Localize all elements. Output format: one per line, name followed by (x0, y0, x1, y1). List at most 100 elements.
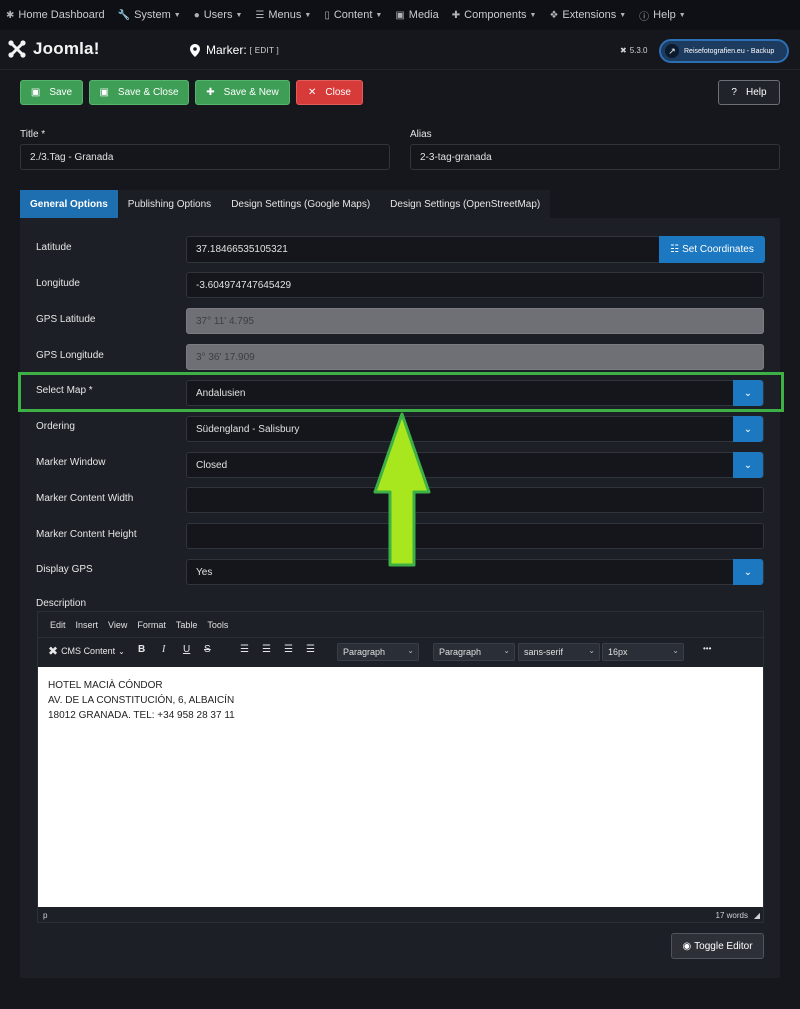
latitude-label: Latitude (36, 242, 72, 253)
description-label: Description (36, 598, 87, 609)
page-title-sub: [ EDIT ] (249, 45, 280, 55)
alias-field[interactable]: 2-3-tag-granada (410, 144, 780, 170)
nav-home-dashboard[interactable]: ✱ Home Dashboard (6, 9, 105, 21)
plus-icon: ✚ (206, 87, 215, 98)
site-link-button[interactable]: ↗ Reisefotografien.eu - Backup (659, 39, 789, 63)
title-field[interactable]: 2./3.Tag - Granada (20, 144, 390, 170)
nav-menus-label: Menus (268, 9, 302, 21)
admin-top-menu: ✱ Home Dashboard 🔧 System ▼ ● Users ▼ ☰ … (0, 0, 800, 30)
chevron-down-icon: ⌄ (733, 452, 763, 478)
chevron-down-icon: ▼ (619, 11, 627, 19)
content-line: 18012 GRANADA. TEL: +34 958 28 37 11 (48, 710, 235, 721)
content-height-field[interactable] (186, 523, 764, 549)
align-justify-icon[interactable]: ☰ (306, 644, 315, 655)
more-icon[interactable]: ••• (703, 644, 711, 653)
gps-longitude-label: GPS Longitude (36, 350, 104, 361)
font-family-value: sans-serif (524, 647, 564, 657)
align-right-icon[interactable]: ☰ (284, 644, 293, 655)
paragraph-value: Paragraph (439, 647, 482, 657)
editor-menu-table[interactable]: Table (176, 620, 198, 630)
font-family-dropdown[interactable]: sans-serif ⌄ (518, 643, 600, 661)
block-format-dropdown[interactable]: Paragraph ⌄ (337, 643, 419, 661)
page-title-text: Marker: (206, 43, 247, 57)
save-button[interactable]: ▣ Save (20, 80, 83, 105)
save-label: Save (49, 87, 73, 98)
editor-menu-edit[interactable]: Edit (50, 620, 66, 630)
nav-media-label: Media (408, 9, 439, 21)
nav-menus[interactable]: ☰ Menus ▼ (255, 9, 311, 21)
file-icon: ▯ (324, 9, 330, 21)
joomla-logo-icon (8, 40, 26, 58)
underline-button[interactable]: U (183, 644, 190, 655)
nav-home-label: Home Dashboard (18, 9, 105, 21)
editor-menu-view[interactable]: View (108, 620, 127, 630)
display-gps-dropdown[interactable]: Yes ⌄ (186, 559, 764, 585)
close-button[interactable]: ✕ Close (296, 80, 363, 105)
ordering-dropdown[interactable]: Südengland - Salisbury ⌄ (186, 416, 764, 442)
display-gps-label: Display GPS (36, 564, 93, 575)
resize-handle-icon[interactable]: ◢ (754, 911, 760, 920)
gps-latitude-value: 37° 11' 4.795 (196, 315, 254, 327)
wrench-icon: 🔧 (117, 9, 131, 21)
marker-window-label: Marker Window (36, 457, 106, 468)
content-height-label: Marker Content Height (36, 529, 137, 540)
save-close-button[interactable]: ▣ Save & Close (89, 80, 189, 105)
chevron-down-icon: ⌄ (733, 559, 763, 585)
page-title: Marker: [ EDIT ] (190, 43, 279, 57)
set-coordinates-button[interactable]: ☷ Set Coordinates (659, 236, 765, 263)
nav-users[interactable]: ● Users ▼ (194, 9, 243, 21)
gps-longitude-value: 3° 36' 17.909 (196, 351, 255, 363)
font-size-dropdown[interactable]: 16px ⌄ (602, 643, 684, 661)
nav-extensions[interactable]: ❖ Extensions ▼ (549, 9, 626, 21)
nav-system[interactable]: 🔧 System ▼ (118, 9, 181, 21)
strikethrough-button[interactable]: S (204, 644, 211, 655)
chevron-down-icon: ▼ (375, 11, 383, 19)
longitude-field[interactable]: -3.604974747645429 (186, 272, 764, 298)
cms-content-label: CMS Content (61, 646, 116, 656)
tab-bar: General Options Publishing Options Desig… (20, 190, 551, 218)
nav-media[interactable]: ▣ Media (395, 9, 438, 21)
nav-help[interactable]: ⓘ Help ▼ (639, 8, 686, 23)
font-size-value: 16px (608, 647, 628, 657)
paragraph-dropdown[interactable]: Paragraph ⌄ (433, 643, 515, 661)
page-header: Joomla! Marker: [ EDIT ] ✖ 5.3.0 ↗ Reise… (0, 30, 800, 70)
italic-button[interactable]: I (162, 644, 165, 655)
nav-components[interactable]: ✚ Components ▼ (452, 9, 537, 21)
list-icon: ☰ (255, 9, 265, 21)
marker-window-dropdown[interactable]: Closed ⌄ (186, 452, 764, 478)
version-text: 5.3.0 (629, 46, 648, 55)
puzzle-icon: ✚ (451, 9, 461, 21)
bold-button[interactable]: B (138, 644, 145, 655)
tab-design-openstreetmap[interactable]: Design Settings (OpenStreetMap) (380, 190, 551, 218)
latitude-field[interactable]: 37.18466535105321 (186, 236, 660, 263)
save-new-button[interactable]: ✚ Save & New (195, 80, 290, 105)
align-left-icon[interactable]: ☰ (240, 644, 249, 655)
cms-content-button[interactable]: ✖ CMS Content ⌄ (48, 644, 125, 658)
help-button[interactable]: ? Help (718, 80, 780, 105)
editor-menu-format[interactable]: Format (137, 620, 166, 630)
editor-menu-insert[interactable]: Insert (76, 620, 99, 630)
ordering-label: Ordering (36, 421, 75, 432)
ordering-value: Südengland - Salisbury (196, 423, 300, 435)
users-icon: ● (193, 9, 200, 21)
align-center-icon[interactable]: ☰ (262, 644, 271, 655)
content-width-field[interactable] (186, 487, 764, 513)
nav-extensions-label: Extensions (562, 9, 617, 21)
tab-design-google-maps[interactable]: Design Settings (Google Maps) (221, 190, 381, 218)
eye-icon: ◉ (682, 940, 692, 952)
editor-toolbar: ✖ CMS Content ⌄ B I U S ☰ ☰ ☰ ☰ Paragrap… (38, 638, 763, 666)
editor-menu-tools[interactable]: Tools (207, 620, 228, 630)
chevron-down-icon: ▼ (529, 11, 537, 19)
longitude-value: -3.604974747645429 (196, 279, 292, 291)
editor-content-area[interactable]: HOTEL MACIÀ CÓNDOR AV. DE LA CONSTITUCIÓ… (38, 667, 763, 907)
nav-components-label: Components (464, 9, 527, 21)
nav-content[interactable]: ▯ Content ▼ (324, 9, 382, 21)
nav-system-label: System (134, 9, 171, 21)
tab-publishing-options[interactable]: Publishing Options (117, 190, 222, 218)
marker-window-value: Closed (196, 459, 228, 471)
toggle-editor-button[interactable]: ◉ Toggle Editor (671, 933, 764, 959)
tab-general-options[interactable]: General Options (20, 190, 118, 218)
joomla-logo[interactable]: Joomla! (7, 39, 100, 59)
element-path[interactable]: p (43, 911, 47, 920)
action-toolbar: ▣ Save ▣ Save & Close ✚ Save & New ✕ Clo… (0, 70, 800, 116)
